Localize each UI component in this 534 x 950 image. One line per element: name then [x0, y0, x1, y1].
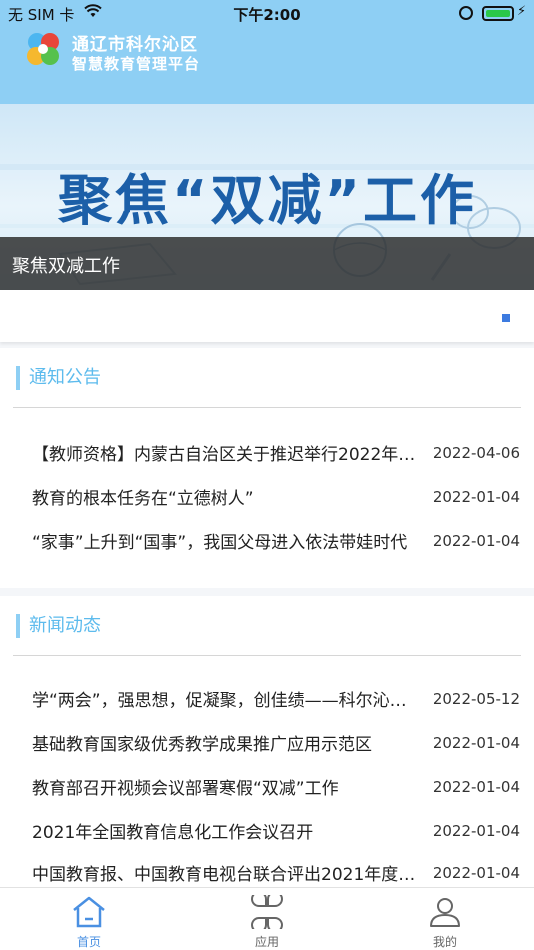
news-item-date: 2022-01-04	[432, 822, 520, 840]
tab-apps[interactable]: 应用	[178, 888, 356, 950]
orientation-lock-icon	[459, 6, 473, 20]
section-divider	[13, 407, 521, 408]
tab-profile-label: 我的	[432, 935, 457, 949]
tab-apps-label: 应用	[254, 935, 279, 949]
app-title: 通辽市科尔沁区	[72, 35, 198, 55]
user-icon	[430, 898, 460, 927]
notice-item[interactable]: “家事”上升到“国事”，我国父母进入依法带娃时代 2022-01-04	[32, 528, 520, 558]
news-item-title: 2021年全国教育信息化工作会议召开	[32, 823, 314, 843]
home-icon	[73, 896, 105, 928]
notice-section: 通知公告 【教师资格】内蒙古自治区关于推迟举行2022年上半年中小学教师资格考试…	[0, 348, 534, 588]
app-header: 无 SIM 卡 下午2:00 ⚡ 通辽市科尔沁区 智慧教育管理平台	[0, 0, 534, 104]
carousel-pager	[0, 290, 534, 342]
apps-icon	[251, 895, 283, 929]
news-item-date: 2022-01-04	[432, 778, 520, 796]
bottom-tab-bar: 首页 应用 我的	[0, 887, 534, 950]
news-item-date: 2022-01-04	[432, 864, 520, 882]
news-item[interactable]: 基础教育国家级优秀教学成果推广应用示范区 2022-01-04	[32, 730, 520, 760]
notice-item-date: 2022-01-04	[432, 488, 520, 506]
notice-item-title: “家事”上升到“国事”，我国父母进入依法带娃时代	[32, 533, 408, 553]
notice-item[interactable]: 教育的根本任务在“立德树人” 2022-01-04	[32, 484, 520, 514]
news-item-date: 2022-05-12	[432, 690, 520, 708]
news-item-title: 基础教育国家级优秀教学成果推广应用示范区	[32, 735, 372, 755]
news-item-title: 教育部召开视频会议部署寒假“双减”工作	[32, 779, 339, 799]
app-subtitle: 智慧教育管理平台	[72, 55, 201, 73]
notice-item[interactable]: 【教师资格】内蒙古自治区关于推迟举行2022年上半年中小学教师资格考试面试的公告…	[32, 440, 520, 470]
news-item[interactable]: 2021年全国教育信息化工作会议召开 2022-01-04	[32, 818, 520, 848]
notice-item-title: 教育的根本任务在“立德树人”	[32, 489, 254, 509]
battery-icon	[482, 6, 514, 21]
app-logo-icon	[27, 33, 59, 65]
news-section: 新闻动态 学“两会”，强思想，促凝聚，创佳绩——科尔沁区教育系统掀起学习热潮 2…	[0, 596, 534, 888]
tab-profile[interactable]: 我的	[356, 888, 534, 950]
notice-heading[interactable]: 通知公告	[16, 366, 101, 390]
tab-home-label: 首页	[76, 935, 101, 949]
tab-home[interactable]: 首页	[0, 888, 178, 950]
status-bar: 无 SIM 卡 下午2:00 ⚡	[0, 0, 534, 28]
banner-image-text: 聚焦“双减”工作	[58, 169, 477, 232]
status-time: 下午2:00	[233, 6, 301, 24]
notice-item-date: 2022-01-04	[432, 532, 520, 550]
page-indicator-dot[interactable]	[502, 314, 510, 322]
news-item[interactable]: 中国教育报、中国教育电视台联合评出2021年度十大教育新闻 2022-01-04	[32, 860, 520, 890]
notice-item-date: 2022-04-06	[432, 444, 520, 462]
news-item-date: 2022-01-04	[432, 734, 520, 752]
news-item-title: 学“两会”，强思想，促凝聚，创佳绩——科尔沁区教育系统掀起学习热潮	[32, 691, 417, 711]
news-item[interactable]: 学“两会”，强思想，促凝聚，创佳绩——科尔沁区教育系统掀起学习热潮 2022-0…	[32, 686, 520, 716]
news-item[interactable]: 教育部召开视频会议部署寒假“双减”工作 2022-01-04	[32, 774, 520, 804]
news-heading[interactable]: 新闻动态	[16, 614, 101, 638]
notice-item-title: 【教师资格】内蒙古自治区关于推迟举行2022年上半年中小学教师资格考试面试的公告	[32, 445, 417, 465]
charging-bolt-icon: ⚡	[517, 4, 527, 19]
banner-caption: 聚焦双减工作	[0, 237, 534, 290]
news-item-title: 中国教育报、中国教育电视台联合评出2021年度十大教育新闻	[32, 865, 417, 885]
section-divider	[13, 655, 521, 656]
